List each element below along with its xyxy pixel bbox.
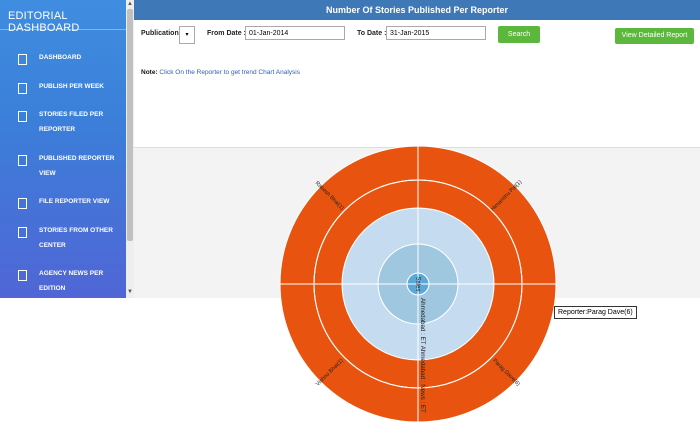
sunburst-chart: Sales Ahmedabad : ET Ahmedabad : News : E… xyxy=(279,145,557,423)
sunburst-center-label: Sales xyxy=(414,276,420,291)
sunburst-path-label: Ahmedabad : ET Ahmedabad : News : ET xyxy=(419,298,426,413)
chart-tooltip: Reporter:Parag Dave(6) xyxy=(554,306,637,319)
